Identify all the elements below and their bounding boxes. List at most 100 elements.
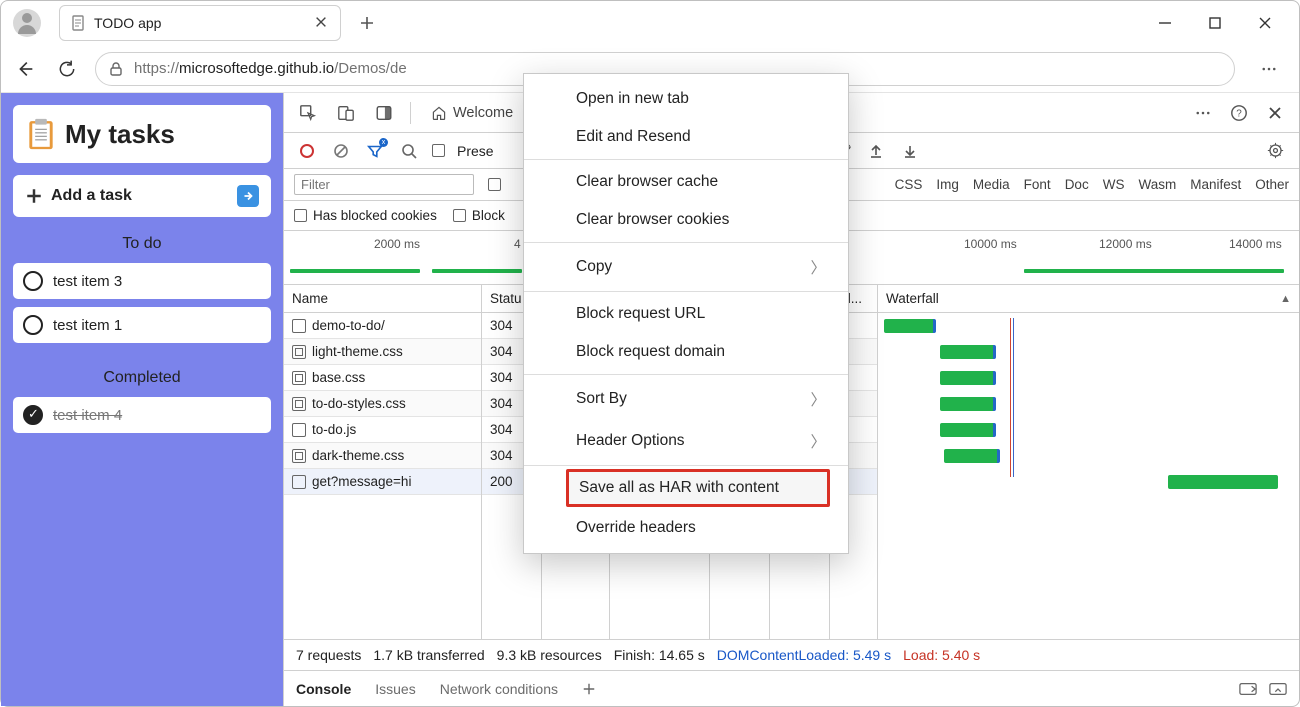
type-doc[interactable]: Doc [1065,177,1089,192]
clipboard-icon [27,117,55,151]
task-checkbox-done[interactable] [23,405,43,425]
add-task-label: Add a task [51,187,132,205]
table-row[interactable]: light-theme.css [284,339,481,365]
record-button[interactable] [292,137,322,165]
browser-menu-button[interactable] [1255,55,1283,83]
ctx-open-new-tab[interactable]: Open in new tab [524,80,848,118]
maximize-button[interactable] [1203,11,1227,35]
ctx-override-headers[interactable]: Override headers [524,509,848,547]
css-icon [292,449,306,463]
filter-button[interactable]: x [360,137,390,165]
type-ws[interactable]: WS [1103,177,1125,192]
ctx-block-url[interactable]: Block request URL [524,295,848,333]
tab-welcome[interactable]: Welcome [421,94,523,132]
preserve-log-checkbox[interactable]: Prese [432,143,494,159]
minimize-button[interactable] [1153,11,1177,35]
table-row[interactable]: dark-theme.css [284,443,481,469]
has-blocked-cookies-checkbox[interactable]: Has blocked cookies [294,208,437,223]
timeline-tick: 14000 ms [1229,237,1282,251]
chevron-right-icon: 〉 [810,430,826,452]
ctx-edit-resend[interactable]: Edit and Resend [524,118,848,156]
col-name[interactable]: Name [284,285,481,313]
upload-har-button[interactable] [861,137,891,165]
ctx-clear-cookies[interactable]: Clear browser cookies [524,201,848,239]
resource-type-chips: CSS Img Media Font Doc WS Wasm Manifest … [895,177,1289,192]
inspect-element-button[interactable] [292,97,324,129]
browser-tab[interactable]: TODO app [59,5,341,41]
download-har-button[interactable] [895,137,925,165]
context-menu: Open in new tab Edit and Resend Clear br… [523,73,849,554]
ctx-block-domain[interactable]: Block request domain [524,333,848,371]
task-label: test item 3 [53,273,122,290]
table-row[interactable]: demo-to-do/ [284,313,481,339]
status-load: Load: 5.40 s [903,647,980,663]
tab-welcome-label: Welcome [453,105,513,121]
fetch-icon [292,475,306,489]
css-icon [292,345,306,359]
network-filter-input[interactable] [294,174,474,195]
col-waterfall[interactable]: Waterfall▲ [878,285,1299,313]
page-favicon [70,15,86,31]
drawer-tab-console[interactable]: Console [296,681,351,697]
add-task-input[interactable]: Add a task [13,175,271,217]
browser-titlebar: TODO app [1,1,1299,45]
todo-app-panel: My tasks Add a task To do test item 3 te… [1,93,283,706]
refresh-button[interactable] [53,55,81,83]
close-window-button[interactable] [1253,11,1277,35]
device-emulation-button[interactable] [330,97,362,129]
task-label: test item 1 [53,317,122,334]
profile-avatar[interactable] [13,9,41,37]
clear-button[interactable] [326,137,356,165]
drawer-tab-netcond[interactable]: Network conditions [440,681,558,697]
drawer: Console Issues Network conditions [284,670,1299,706]
help-button[interactable]: ? [1223,97,1255,129]
type-wasm[interactable]: Wasm [1138,177,1176,192]
ctx-sort-by[interactable]: Sort By〉 [524,378,848,420]
task-checkbox[interactable] [23,315,43,335]
dock-side-button[interactable] [368,97,400,129]
ctx-clear-cache[interactable]: Clear browser cache [524,163,848,201]
type-manifest[interactable]: Manifest [1190,177,1241,192]
timeline-tick: 12000 ms [1099,237,1152,251]
task-item[interactable]: test item 1 [13,307,271,343]
task-item[interactable]: test item 3 [13,263,271,299]
status-dcl: DOMContentLoaded: 5.49 s [717,647,891,663]
devtools-more-button[interactable] [1187,97,1219,129]
task-checkbox[interactable] [23,271,43,291]
type-css[interactable]: CSS [895,177,923,192]
ctx-copy[interactable]: Copy〉 [524,246,848,288]
drawer-issues-icon[interactable] [1239,682,1257,696]
ctx-save-har[interactable]: Save all as HAR with content [566,469,830,507]
todo-section-label: To do [13,235,271,253]
js-icon [292,423,306,437]
ctx-header-options[interactable]: Header Options〉 [524,420,848,462]
type-font[interactable]: Font [1024,177,1051,192]
table-row[interactable]: get?message=hi [284,469,481,495]
site-lock-icon[interactable] [108,61,124,77]
drawer-expand-icon[interactable] [1269,682,1287,696]
svg-text:?: ? [1236,108,1242,119]
table-row[interactable]: to-do.js [284,417,481,443]
drawer-tab-issues[interactable]: Issues [375,681,415,697]
css-icon [292,371,306,385]
table-row[interactable]: base.css [284,365,481,391]
browser-tab-title: TODO app [94,15,306,31]
completed-section-label: Completed [13,369,271,387]
drawer-add-button[interactable] [582,682,596,696]
type-other[interactable]: Other [1255,177,1289,192]
network-settings-gear[interactable] [1261,137,1291,165]
type-img[interactable]: Img [936,177,959,192]
back-button[interactable] [11,55,39,83]
task-item-done[interactable]: test item 4 [13,397,271,433]
invert-checkbox[interactable] [488,178,501,191]
type-media[interactable]: Media [973,177,1010,192]
submit-task-button[interactable] [237,185,259,207]
new-tab-button[interactable] [353,9,381,37]
search-button[interactable] [394,137,424,165]
close-tab-icon[interactable] [314,15,330,31]
blocked-requests-checkbox[interactable]: Block [453,208,505,223]
table-row[interactable]: to-do-styles.css [284,391,481,417]
url-text: https://microsoftedge.github.io/Demos/de [134,60,407,77]
window-controls [1153,11,1295,35]
close-devtools-button[interactable] [1259,97,1291,129]
